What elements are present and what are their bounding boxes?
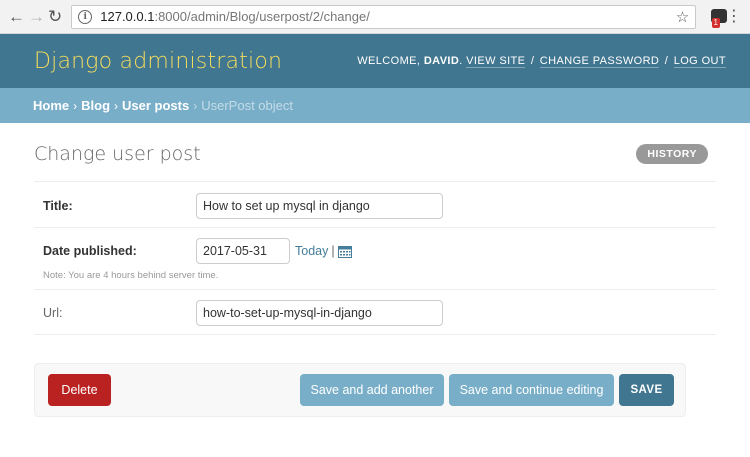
change-password-link[interactable]: CHANGE PASSWORD — [539, 55, 660, 68]
admin-header: Django administration WELCOME, DAVID. VI… — [0, 34, 750, 88]
site-info-icon[interactable]: i — [78, 9, 93, 24]
reload-icon[interactable]: ↻ — [48, 6, 62, 28]
username: DAVID — [423, 55, 460, 67]
timezone-help-text: Note: You are 4 hours behind server time… — [43, 270, 219, 281]
url-path: :8000/admin/Blog/userpost/2/change/ — [154, 9, 370, 24]
url-label: Url: — [43, 306, 63, 320]
title-input[interactable]: How to set up mysql in django — [196, 192, 443, 219]
history-button[interactable]: HISTORY — [636, 144, 708, 164]
delete-button[interactable]: Delete — [48, 374, 111, 406]
date-published-label: Date published: — [43, 244, 137, 258]
content-area: Change user post HISTORY Title: How to s… — [0, 123, 750, 417]
calendar-icon[interactable] — [337, 245, 352, 258]
form-row-url: Url: how-to-set-up-mysql-in-django — [34, 290, 716, 335]
breadcrumb-home[interactable]: Home — [33, 98, 69, 113]
extension-icon[interactable]: 1 — [710, 7, 728, 28]
page-title: Change user post — [34, 143, 201, 165]
breadcrumb-current: UserPost object — [201, 98, 293, 113]
url-input[interactable]: how-to-set-up-mysql-in-django — [196, 300, 443, 326]
site-branding[interactable]: Django administration — [34, 49, 282, 74]
user-tools: WELCOME, DAVID. VIEW SITE / CHANGE PASSW… — [357, 55, 726, 68]
separator: | — [331, 244, 335, 258]
breadcrumb-app[interactable]: Blog — [81, 98, 110, 113]
date-published-input[interactable]: 2017-05-31 — [196, 238, 290, 264]
forward-icon[interactable]: → — [28, 6, 45, 28]
save-button[interactable]: SAVE — [619, 374, 674, 406]
bookmark-star-icon[interactable]: ☆ — [676, 8, 689, 26]
breadcrumb: Home › Blog › User posts › UserPost obje… — [0, 88, 750, 123]
address-bar[interactable]: i 127.0.0.1:8000/admin/Blog/userpost/2/c… — [71, 4, 697, 29]
extension-badge: 1 — [711, 17, 720, 28]
log-out-link[interactable]: LOG OUT — [673, 55, 726, 68]
save-and-continue-button[interactable]: Save and continue editing — [449, 374, 614, 406]
browser-menu-icon[interactable]: ⋮ — [726, 8, 742, 25]
today-link[interactable]: Today — [295, 244, 328, 258]
form-row-date-published: Date published: 2017-05-31 Today | Note:… — [34, 228, 716, 290]
breadcrumb-model[interactable]: User posts — [122, 98, 189, 113]
welcome-text: WELCOME, — [357, 55, 421, 67]
title-label: Title: — [43, 198, 73, 213]
back-icon[interactable]: ← — [8, 6, 25, 28]
save-and-add-another-button[interactable]: Save and add another — [300, 374, 444, 406]
url-host: 127.0.0.1 — [100, 9, 155, 24]
view-site-link[interactable]: VIEW SITE — [466, 55, 526, 68]
browser-toolbar: ← → ↻ i 127.0.0.1:8000/admin/Blog/userpo… — [0, 0, 750, 34]
submit-row: Delete Save and add another Save and con… — [34, 363, 686, 417]
form-row-title: Title: How to set up mysql in django — [34, 181, 716, 228]
